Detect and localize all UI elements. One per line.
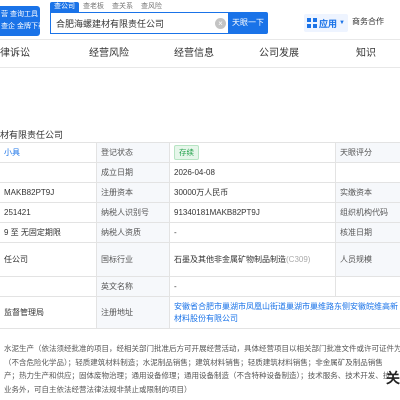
business-term-value: 9 至 无固定期限 [4,228,61,237]
search-input[interactable] [51,13,211,33]
industry-cell: 石墨及其他非金属矿物制品制造(C309) [169,243,335,276]
tab-search-risk[interactable]: 查风险 [137,2,166,12]
chevron-down-icon: ▼ [339,20,345,26]
search-button[interactable]: 天眼一下 [228,12,268,34]
empty-cell [335,277,400,296]
founded-date-label: 成立日期 [96,163,169,182]
company-name-heading: 材有限责任公司 [0,130,64,140]
table-row: 9 至 无固定期限 纳税人资质 - 核准日期 [0,223,400,243]
paid-in-capital-label: 实缴资本 [335,183,400,202]
org-code-label: 组织机构代码 [335,203,400,222]
empty-cell [0,277,96,296]
registration-number-value: 251421 [4,208,31,217]
table-row: 英文名称 - [0,277,400,297]
apps-label: 应用 [319,18,338,29]
scope-line: 产；热力生产和供应；固体废物治理；通用设备修理；通用设备制造（不含特种设备制造）… [4,371,391,380]
tab-business-risk[interactable]: 经营风险 [89,40,129,68]
logo-badge[interactable]: 营 查询工具 查企 金牌下载司 [0,6,40,36]
registered-capital-label: 注册资本 [96,183,169,202]
empty-cell [0,163,96,182]
taxpayer-qualification-value: - [169,223,335,242]
top-header: 营 查询工具 查企 金牌下载司 查公司 查老板 查关系 查风险 × 天眼一下 应… [0,0,400,40]
business-info-table: 小具 登记状态 存续 天眼评分 成立日期 2026-04-08 MAKB82PT… [0,142,400,329]
registered-address-value[interactable]: 安徽省合肥市巢湖市凤凰山街道巢湖市巢维路东侧安徽皖维高新材料股份有限公司 [169,297,400,328]
scope-line: 业务外，可自主依法经营法律法规非禁止或限制的项目） [4,384,192,394]
category-tabs: 律诉讼 经营风险 经营信息 公司发展 知识 [0,40,400,68]
table-row: 任公司 国标行业 石墨及其他非金属矿物制品制造(C309) 人员规模 [0,243,400,277]
taxpayer-id-label: 纳税人识别号 [96,203,169,222]
tab-search-boss[interactable]: 查老板 [79,2,108,12]
empty-cell [335,163,400,182]
tab-search-company[interactable]: 查公司 [50,2,79,12]
staff-size-label: 人员规模 [335,243,400,276]
registration-authority-value: 监督管理局 [4,308,44,317]
apps-menu-button[interactable]: 应用 ▼ [304,14,348,32]
business-cooperation-link[interactable]: 商务合作 [352,16,384,27]
industry-code: (C309) [286,254,311,264]
table-row: MAKB82PT9J 注册资本 30000万人民币 实缴资本 [0,183,400,203]
close-circle-icon[interactable]: × [215,18,226,29]
english-name-label: 英文名称 [96,277,169,296]
approval-date-label: 核准日期 [335,223,400,242]
status-badge: 存续 [174,145,199,160]
scope-line: 水泥生产（依法须经批准的项目，经相关部门批准后方可开展经营活动，具体经营项目以相… [4,344,400,353]
tab-intellectual-property[interactable]: 知识 [356,40,376,68]
industry-label: 国标行业 [96,243,169,276]
industry-value: 石墨及其他非金属矿物制品制造 [174,254,286,264]
registration-status-cell: 存续 [169,143,335,162]
registered-address-label: 注册地址 [96,297,169,328]
grid-icon [307,18,317,28]
table-row: 251421 纳税人识别号 91340181MAKB82PT9J 组织机构代码 [0,203,400,223]
registered-capital-value: 30000万人民币 [169,183,335,202]
tab-search-relation[interactable]: 查关系 [108,2,137,12]
tab-company-development[interactable]: 公司发展 [259,40,299,68]
legal-rep-value[interactable]: 小具 [0,143,96,162]
tab-legal-litigation[interactable]: 律诉讼 [0,40,30,68]
table-row: 小具 登记状态 存续 天眼评分 [0,143,400,163]
credit-code-value: MAKB82PT9J [4,188,55,197]
logo-line-2: 查企 金牌下载司 [1,23,40,30]
registration-status-label: 登记状态 [96,143,169,162]
close-toggle-text[interactable]: 关 [386,368,400,388]
company-type-value: 任公司 [4,255,28,264]
table-row: 成立日期 2026-04-08 [0,163,400,183]
search-type-tabs: 查公司 查老板 查关系 查风险 [50,2,166,12]
taxpayer-id-value: 91340181MAKB82PT9J [169,203,335,222]
tianyan-score-label: 天眼评分 [335,143,400,162]
search-box: × [50,12,228,34]
taxpayer-qualification-label: 纳税人资质 [96,223,169,242]
english-name-value: - [169,277,335,296]
business-scope-text: 水泥生产（依法须经批准的项目，经相关部门批准后方可开展经营活动，具体经营项目以相… [0,342,400,396]
logo-line-1: 营 查询工具 [1,11,38,18]
tab-business-info[interactable]: 经营信息 [174,40,214,68]
table-row: 监督管理局 注册地址 安徽省合肥市巢湖市凤凰山街道巢湖市巢维路东侧安徽皖维高新材… [0,297,400,329]
scope-line: （不含危险化学品）；轻质建筑材料制造；水泥制品销售；建筑材料销售；轻质建筑材料销… [4,357,383,367]
founded-date-value: 2026-04-08 [169,163,335,182]
